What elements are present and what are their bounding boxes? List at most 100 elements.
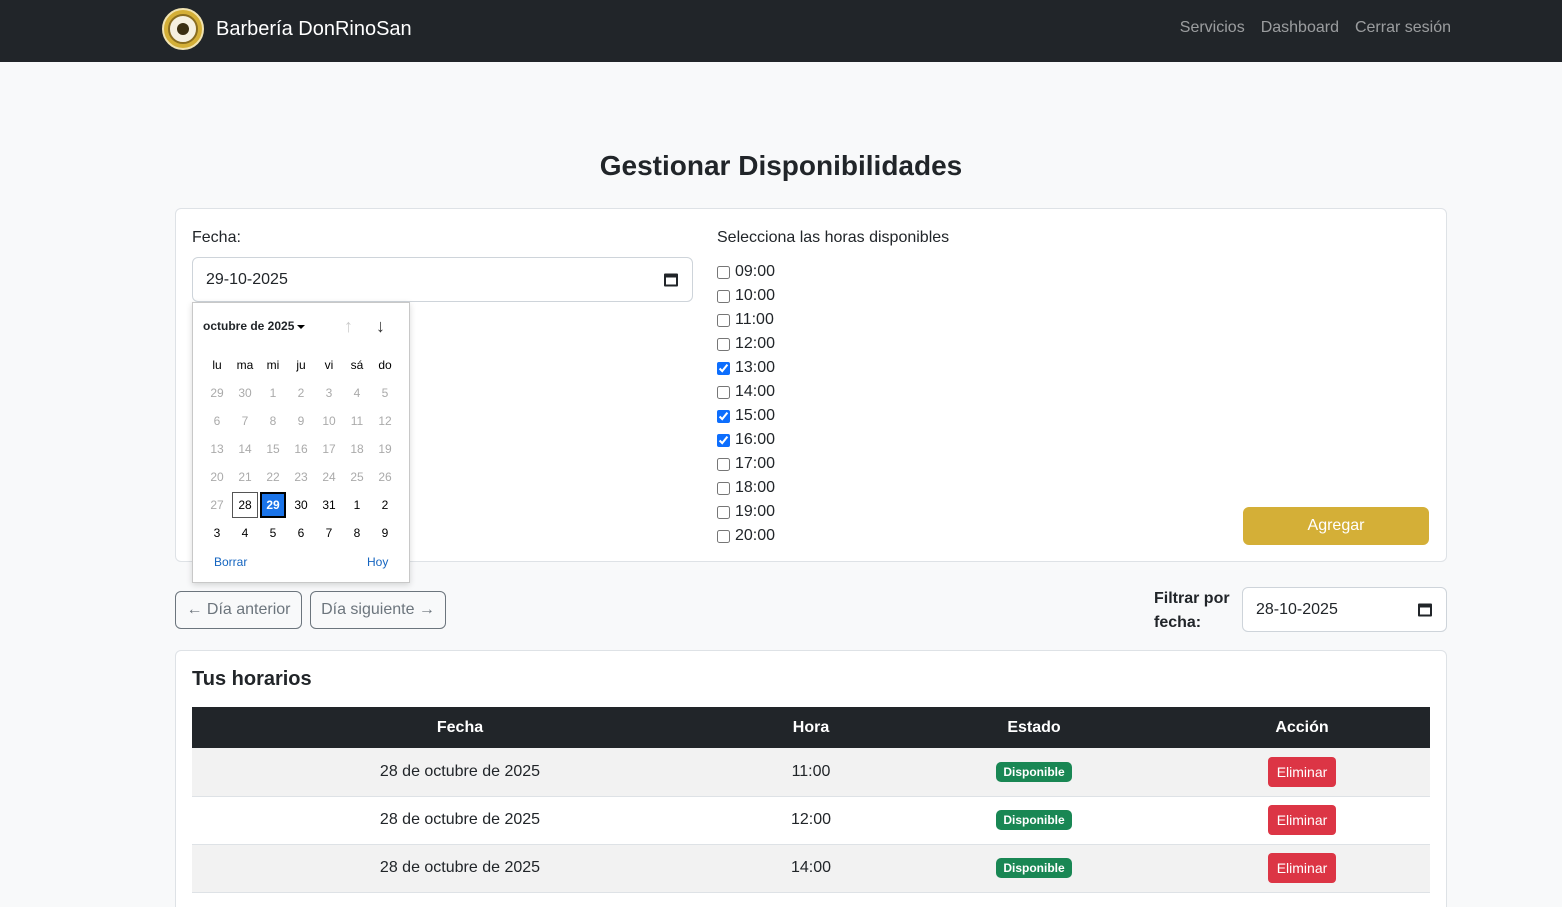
calendar-icon[interactable] [1418,603,1432,616]
datepicker-day[interactable]: 2 [371,491,399,519]
datepicker-day[interactable]: 5 [371,379,399,407]
datepicker-day[interactable]: 20 [203,463,231,491]
datepicker-day[interactable]: 1 [259,379,287,407]
hour-option[interactable]: 15:00 [717,404,775,428]
cell-accion: Eliminar [1174,796,1430,845]
datepicker-day[interactable]: 30 [231,379,259,407]
datepicker-day[interactable]: 17 [315,435,343,463]
date-input[interactable]: 29-10-2025 [192,257,693,302]
nav-link-servicios[interactable]: Servicios [1180,19,1245,37]
hour-checkbox[interactable] [717,337,730,351]
hour-checkbox[interactable] [717,481,730,495]
datepicker-day[interactable]: 22 [259,463,287,491]
hour-option[interactable]: 09:00 [717,260,775,284]
calendar-icon[interactable] [664,273,678,286]
datepicker-day[interactable]: 18 [343,435,371,463]
barbershop-logo-icon [162,8,204,50]
delete-button[interactable]: Eliminar [1267,756,1337,787]
datepicker-day[interactable]: 4 [343,379,371,407]
datepicker-day[interactable]: 26 [371,463,399,491]
brand[interactable]: Barbería DonRinoSan [162,8,412,50]
datepicker-day[interactable]: 5 [259,519,287,547]
datepicker-day[interactable]: 8 [259,407,287,435]
datepicker-day[interactable]: 8 [343,519,371,547]
hour-option[interactable]: 12:00 [717,332,775,356]
hour-option[interactable]: 20:00 [717,524,775,548]
datepicker-today-button[interactable]: Hoy [367,555,388,569]
datepicker-day[interactable]: 6 [203,407,231,435]
nav-link-dashboard[interactable]: Dashboard [1261,19,1339,37]
hour-option[interactable]: 18:00 [717,476,775,500]
weekday-header: do [378,358,392,372]
hour-checkbox[interactable] [717,385,730,399]
hour-checkbox[interactable] [717,409,730,423]
datepicker-day[interactable]: 13 [203,435,231,463]
arrow-down-icon[interactable]: ↓ [376,316,385,337]
hour-option[interactable]: 17:00 [717,452,775,476]
hour-option[interactable]: 10:00 [717,284,775,308]
add-button[interactable]: Agregar [1243,507,1429,545]
hour-checkbox[interactable] [717,265,730,279]
datepicker-month-select[interactable]: octubre de 2025 [203,319,306,333]
brand-name[interactable]: Barbería DonRinoSan [216,18,412,41]
datepicker-selected-day[interactable]: 29 [260,492,286,518]
table-row: 28 de octubre de 2025 14:00 Disponible Elim… [192,844,1430,893]
hour-checkbox[interactable] [717,457,730,471]
hour-option[interactable]: 19:00 [717,500,775,524]
delete-button[interactable]: Eliminar [1267,853,1337,883]
datepicker-day[interactable]: 15 [259,435,287,463]
datepicker-day[interactable]: 6 [287,519,315,547]
datepicker-day[interactable]: 29 [203,379,231,407]
datepicker-day[interactable]: 1 [343,491,371,519]
hour-checkbox[interactable] [717,361,730,375]
datepicker-day[interactable]: 7 [231,407,259,435]
nav-link-logout[interactable]: Cerrar sesión [1355,19,1451,37]
datepicker-day[interactable]: 14 [231,435,259,463]
datepicker-day[interactable]: 27 [203,491,231,519]
datepicker-clear-button[interactable]: Borrar [214,555,247,569]
datepicker-day[interactable]: 16 [287,435,315,463]
hour-label: 14:00 [735,383,776,400]
date-label: Fecha: [192,229,241,246]
datepicker-day[interactable]: 31 [315,491,343,519]
datepicker-day[interactable]: 21 [231,463,259,491]
nav-links: Servicios Dashboard Cerrar sesión [1180,19,1451,37]
datepicker-day[interactable]: 25 [343,463,371,491]
header-estado: Estado [894,707,1174,748]
hour-label: 17:00 [735,455,776,472]
datepicker-day[interactable]: 10 [315,407,343,435]
delete-button[interactable]: Eliminar [1267,805,1337,835]
datepicker-day[interactable]: 24 [315,463,343,491]
status-badge: Disponible [996,810,1072,830]
weekday-header: ju [296,358,306,372]
datepicker-day[interactable]: 30 [287,491,315,519]
datepicker-day[interactable]: 2 [287,379,315,407]
hour-checkbox[interactable] [717,505,730,519]
datepicker-day[interactable]: 19 [371,435,399,463]
datepicker-day[interactable]: 11 [343,407,371,435]
datepicker-day[interactable]: 9 [287,407,315,435]
hour-checkbox[interactable] [717,289,730,303]
datepicker-day[interactable]: 12 [371,407,399,435]
cell-fecha: 28 de octubre de 2025 [192,748,728,797]
datepicker-day[interactable]: 7 [315,519,343,547]
next-day-button[interactable]: Día siguiente → [310,591,446,629]
datepicker-day[interactable]: 3 [203,519,231,547]
hour-option[interactable]: 13:00 [717,356,775,380]
datepicker-day[interactable]: 3 [315,379,343,407]
previous-day-button[interactable]: ← Día anterior [175,591,302,629]
datepicker-today-day[interactable]: 28 [232,492,258,518]
datepicker-day[interactable]: 23 [287,463,315,491]
arrow-up-icon[interactable]: ↑ [344,316,353,337]
hour-option[interactable]: 14:00 [717,380,775,404]
hour-option[interactable]: 16:00 [717,428,775,452]
hour-checkbox[interactable] [717,313,730,327]
filter-date-input[interactable]: 28-10-2025 [1242,587,1447,632]
caret-down-icon [297,324,306,329]
datepicker-day[interactable]: 9 [371,519,399,547]
hour-checkbox[interactable] [717,433,730,447]
datepicker-day[interactable]: 4 [231,519,259,547]
hour-option[interactable]: 11:00 [717,308,775,332]
hour-checkbox[interactable] [717,529,730,543]
hour-label: 10:00 [735,287,776,304]
